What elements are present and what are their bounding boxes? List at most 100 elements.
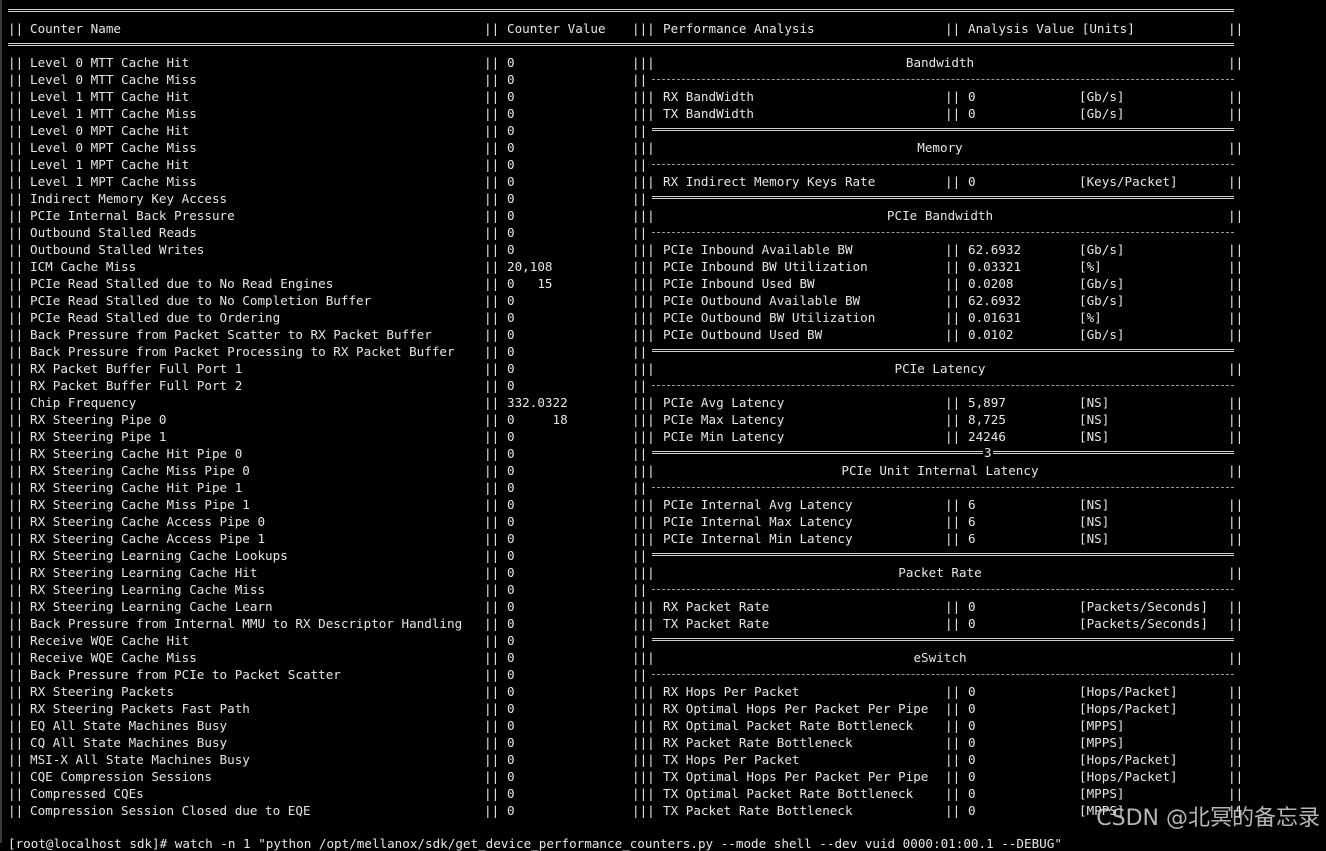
row-bar: ||| [632,310,655,325]
section-title-row: ||| PCIe Unit Internal Latency || [0,462,1326,479]
section-double-row: || 3 [0,444,1326,462]
analysis-row: ||| TX Packet Rate || 0 [Packets/Seconds] || [0,615,1326,632]
row-bar: || [945,327,961,342]
analysis-unit: [MPPS] [1079,735,1125,750]
row-bar: ||| [632,599,655,614]
header-bar-4: || [945,21,961,36]
row-bar: ||| [632,497,655,512]
double-separator [652,451,1234,454]
row-bar: ||| [632,395,655,410]
row-bar: || [1228,208,1244,223]
row-bar: || [945,599,961,614]
analysis-unit: [Gb/s] [1079,293,1125,308]
analysis-unit: [Hops/Packet] [1079,769,1178,784]
analysis-row: ||| PCIe Outbound Available BW || 62.6932 [G… [0,292,1326,309]
row-bar: || [945,752,961,767]
row-bar: || [632,633,648,648]
analysis-row: ||| TX BandWidth || 0 [Gb/s] || [0,105,1326,122]
row-bar: || [632,72,648,87]
analysis-unit: [Packets/Seconds] [1079,616,1208,631]
row-bar: || [1228,531,1244,546]
dash-separator [652,487,1234,488]
analysis-row: ||| PCIe Outbound BW Utilization || 0.01631… [0,309,1326,326]
analysis-row: ||| PCIe Internal Avg Latency || 6 [NS] || [0,496,1326,513]
analysis-name: TX Hops Per Packet [663,752,800,767]
row-bar: || [1228,463,1244,478]
row-bar: || [1228,242,1244,257]
analysis-row: ||| PCIe Internal Max Latency || 6 [NS] || [0,513,1326,530]
row-bar: || [1228,769,1244,784]
analysis-name: PCIe Internal Min Latency [663,531,853,546]
analysis-unit: [NS] [1079,429,1110,444]
analysis-value: 5,897 [968,395,1006,410]
row-bar: || [1228,735,1244,750]
row-bar: ||| [632,803,655,818]
row-bar: || [1228,55,1244,70]
row-bar: || [1228,514,1244,529]
row-bar: || [1228,429,1244,444]
analysis-name: PCIe Max Latency [663,412,785,427]
row-bar: ||| [632,735,655,750]
row-bar: ||| [632,327,655,342]
analysis-name: TX Optimal Packet Rate Bottleneck [663,786,914,801]
dash-separator [652,79,1234,80]
section-double-row: || [0,632,1326,649]
row-bar: ||| [632,259,655,274]
analysis-unit: [%] [1079,310,1102,325]
row-bar: || [945,310,961,325]
row-bar: || [1228,293,1244,308]
double-separator [652,553,1234,556]
section-dash-row: || [0,581,1326,598]
analysis-value: 8,725 [968,412,1006,427]
row-bar: || [1228,786,1244,801]
analysis-name: PCIe Outbound Available BW [663,293,861,308]
analysis-row: ||| RX Hops Per Packet || 0 [Hops/Packet] || [0,683,1326,700]
analysis-unit: [Hops/Packet] [1079,752,1178,767]
header-bar-3: ||| [632,21,655,36]
row-bar: || [632,225,648,240]
section-dash-row: || [0,479,1326,496]
row-bar: ||| [632,429,655,444]
row-bar: || [945,769,961,784]
analysis-row: ||| PCIe Inbound BW Utilization || 0.03321 [… [0,258,1326,275]
header-row: || Counter Name || Counter Value ||| Per… [0,20,1326,37]
analysis-value: 0 [968,701,976,716]
analysis-row: ||| PCIe Min Latency || 24246 [NS] || [0,428,1326,445]
analysis-name: PCIe Inbound Used BW [663,276,815,291]
csdn-watermark: CSDN @北冥的备忘录 [1096,806,1320,831]
analysis-value: 0.01631 [968,310,1022,325]
analysis-name: TX Optimal Hops Per Packet Per Pipe [663,769,929,784]
row-bar: || [945,718,961,733]
row-bar: || [1228,718,1244,733]
section-title-row: ||| eSwitch || [0,649,1326,666]
row-bar: || [1228,684,1244,699]
row-bar: || [1228,174,1244,189]
analysis-value: 6 [968,497,976,512]
analysis-row: ||| TX Optimal Packet Rate Bottleneck || 0 [… [0,785,1326,802]
analysis-name: TX Packet Rate [663,616,770,631]
row-bar: || [945,174,961,189]
double-separator [652,196,1234,199]
row-bar: ||| [632,276,655,291]
analysis-name: RX Optimal Packet Rate Bottleneck [663,718,914,733]
row-bar: || [945,701,961,716]
double-separator [652,349,1234,352]
row-bar: || [1228,395,1244,410]
analysis-name: RX Packet Rate [663,599,770,614]
row-bar: || [1228,89,1244,104]
analysis-name: RX Optimal Hops Per Packet Per Pipe [663,701,929,716]
row-bar: ||| [632,242,655,257]
header-bar-1: || [8,21,24,36]
row-bar: || [1228,616,1244,631]
analysis-value: 0.0102 [968,327,1014,342]
analysis-name: PCIe Outbound Used BW [663,327,823,342]
terminal-window[interactable]: || Counter Name || Counter Value ||| Per… [0,0,1326,851]
shell-command-line[interactable]: [root@localhost sdk]# watch -n 1 "python… [8,836,1062,851]
row-bar: || [632,344,648,359]
row-bar: ||| [632,412,655,427]
analysis-unit: [Gb/s] [1079,106,1125,121]
section-title-row: ||| Bandwidth || [0,54,1326,71]
analysis-row: ||| PCIe Outbound Used BW || 0.0102 [Gb/s] || [0,326,1326,343]
top-double-separator [8,9,1234,12]
analysis-name: RX Packet Rate Bottleneck [663,735,853,750]
